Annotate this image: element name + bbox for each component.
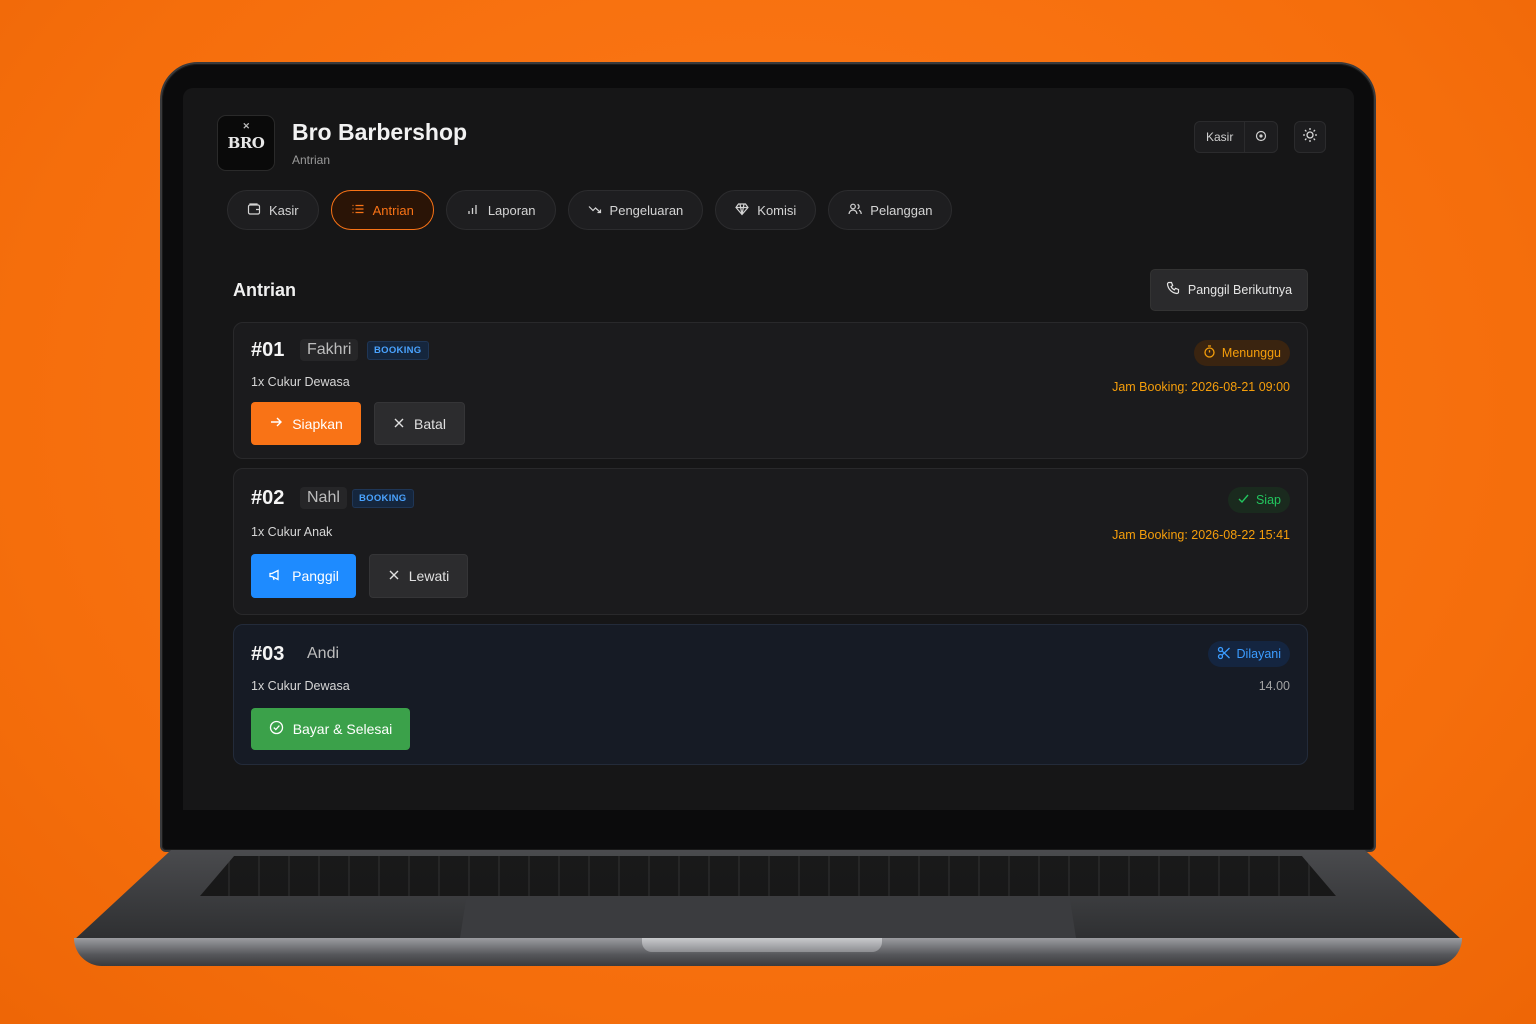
role-label: Kasir: [1206, 130, 1234, 144]
booking-badge: BOOKING: [352, 489, 414, 508]
service-text: 1x Cukur Anak: [251, 525, 333, 539]
check-circle-icon: [269, 720, 284, 738]
list-icon: [351, 202, 365, 219]
tab-kasir[interactable]: Kasir: [227, 190, 319, 230]
button-label: Bayar & Selesai: [292, 721, 393, 737]
call-next-button[interactable]: Panggil Berikutnya: [1150, 269, 1308, 311]
status-label: Menunggu: [1221, 346, 1281, 360]
cancel-button[interactable]: Batal: [374, 402, 465, 445]
role-selector[interactable]: Kasir: [1194, 121, 1278, 153]
tab-antrian[interactable]: Antrian: [330, 190, 434, 230]
service-text: 1x Cukur Dewasa: [251, 375, 350, 389]
record-icon: [1245, 130, 1277, 145]
check-icon: [1237, 492, 1250, 508]
status-label: Dilayani: [1236, 647, 1281, 661]
queue-number: #02: [251, 487, 285, 509]
logo-text: BRO: [227, 134, 265, 152]
laptop-trackpad: [460, 898, 1076, 938]
scissors-mark: ✕: [242, 122, 250, 132]
customer-name: Andi: [307, 645, 340, 662]
booking-badge: BOOKING: [367, 341, 429, 360]
megaphone-icon: [268, 568, 283, 585]
tab-label: Kasir: [269, 202, 299, 218]
button-label: Siapkan: [292, 415, 343, 432]
pay-finish-button[interactable]: Bayar & Selesai: [251, 708, 410, 750]
tab-laporan[interactable]: Laporan: [445, 190, 556, 230]
button-label: Lewati: [408, 568, 450, 584]
page-title: Bro Barbershop: [292, 119, 468, 145]
status-label: Siap: [1255, 493, 1281, 507]
theme-toggle-button[interactable]: [1294, 121, 1326, 153]
tab-label: Laporan: [487, 202, 536, 218]
customer-name: Fakhri: [300, 339, 359, 361]
wallet-icon: [247, 202, 261, 219]
queue-list: #01 Fakhri BOOKING 1x Cukur Dewasa Menun…: [233, 322, 1308, 774]
tab-label: Pelanggan: [870, 202, 933, 218]
close-icon: [393, 416, 405, 432]
app-screen: ✕ BRO Bro Barbershop Antrian Kasir Kasir: [183, 88, 1354, 810]
brand-logo: ✕ BRO: [217, 115, 275, 171]
tab-komisi[interactable]: Komisi: [715, 190, 817, 230]
prepare-button[interactable]: Siapkan: [251, 402, 361, 445]
laptop-keyboard: [200, 856, 1336, 896]
scissors-icon: [1217, 646, 1231, 663]
call-button[interactable]: Panggil: [251, 554, 356, 598]
button-label: Panggil: [292, 568, 339, 584]
queue-card: #01 Fakhri BOOKING 1x Cukur Dewasa Menun…: [233, 322, 1308, 459]
customer-name: Nahl: [300, 487, 347, 509]
bar-chart-icon: [466, 202, 480, 219]
laptop-notch: [642, 938, 882, 952]
tab-label: Komisi: [757, 202, 797, 218]
queue-number: #03: [251, 643, 285, 665]
tab-label: Antrian: [372, 202, 414, 218]
section-title: Antrian: [233, 280, 296, 300]
tab-label: Pengeluaran: [609, 202, 684, 218]
page-subtitle: Antrian: [292, 153, 331, 167]
status-badge: Menunggu: [1193, 340, 1290, 366]
queue-number: #01: [251, 339, 285, 361]
start-time: 14.00: [1258, 679, 1290, 693]
tab-pengeluaran[interactable]: Pengeluaran: [567, 190, 704, 230]
service-text: 1x Cukur Dewasa: [251, 679, 350, 693]
main-nav: Kasir Antrian Laporan Pengeluaran Komisi…: [227, 190, 953, 230]
phone-icon: [1166, 281, 1181, 299]
gem-icon: [735, 202, 750, 219]
tab-pelanggan[interactable]: Pelanggan: [828, 190, 953, 230]
close-icon: [388, 568, 400, 584]
button-label: Batal: [414, 415, 446, 432]
timer-icon: [1203, 345, 1216, 361]
status-badge: Dilayani: [1207, 641, 1290, 667]
booking-time: Jam Booking: 2026-08-21 09:00: [1112, 380, 1290, 394]
skip-button[interactable]: Lewati: [369, 554, 468, 598]
queue-card: #03 Andi 1x Cukur Dewasa Dilayani 14.00 …: [233, 624, 1308, 765]
app-header: ✕ BRO Bro Barbershop Antrian Kasir: [217, 115, 1326, 175]
status-badge: Siap: [1227, 487, 1290, 513]
users-icon: [848, 202, 863, 219]
sun-icon: [1302, 127, 1318, 148]
booking-time: Jam Booking: 2026-08-22 15:41: [1112, 528, 1290, 542]
queue-card: #02 Nahl BOOKING 1x Cukur Anak Siap Jam …: [233, 468, 1308, 615]
trending-down-icon: [588, 202, 602, 219]
arrow-right-icon: [269, 415, 283, 432]
call-next-label: Panggil Berikutnya: [1187, 283, 1293, 297]
